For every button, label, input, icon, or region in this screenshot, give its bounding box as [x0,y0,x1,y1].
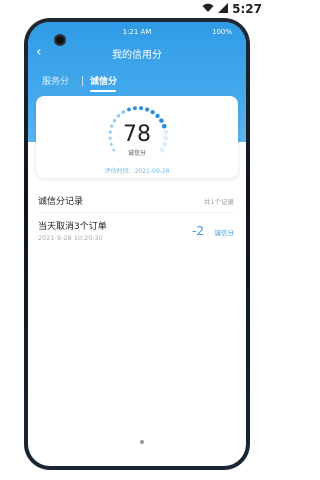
battery-level: 100% [211,28,232,36]
gauge-dot [150,109,155,115]
nav-bar: ‹ 我的信用分 [28,44,246,64]
gauge-dot [116,114,121,118]
tab-integrity-score[interactable]: 诚信分 [90,74,117,87]
page-title: 我的信用分 [112,50,162,61]
score-card: 78 诚信分 评估时间：2021-09-28 [36,96,238,178]
tab-divider [82,76,83,86]
app-screen: 1:21 AM 100% ‹ 我的信用分 服务分 诚信分 78 诚信分 评估时间… [28,22,246,466]
gauge-dot [132,106,137,111]
records-heading: 诚信分记录 [38,197,84,207]
record-delta: -2 [192,224,204,238]
phone-frame: 1:21 AM 100% ‹ 我的信用分 服务分 诚信分 78 诚信分 评估时间… [24,18,250,470]
evaluation-time: 评估时间：2021-09-28 [104,168,170,175]
gauge-dot [139,106,144,111]
gauge-dot [145,107,150,112]
score-value: 78 [123,122,151,147]
wifi-icon [202,3,214,12]
record-unit: 诚信分 [214,229,235,237]
record-title: 当天取消3个订单 [38,222,107,232]
records-header: 诚信分记录 共1个记录 [38,194,234,208]
signal-icon [218,3,228,13]
device-status-bar: 5:27 [0,0,270,20]
device-time: 5:27 [232,2,262,16]
records-count: 共1个记录 [203,198,234,206]
divider [38,212,234,213]
home-indicator [140,440,144,444]
record-datetime: 2021-9-28 10:20:30 [38,234,103,242]
gauge-dot [127,107,131,112]
active-tab-indicator [90,90,116,92]
list-item[interactable]: 当天取消3个订单 2021-9-28 10:20:30 -2 诚信分 [38,219,234,249]
score-label: 诚信分 [127,150,146,157]
score-tabs: 服务分 诚信分 [36,74,236,94]
gauge-dot [121,110,126,114]
gauge-dot [155,113,160,119]
tab-service-score[interactable]: 服务分 [42,74,69,87]
